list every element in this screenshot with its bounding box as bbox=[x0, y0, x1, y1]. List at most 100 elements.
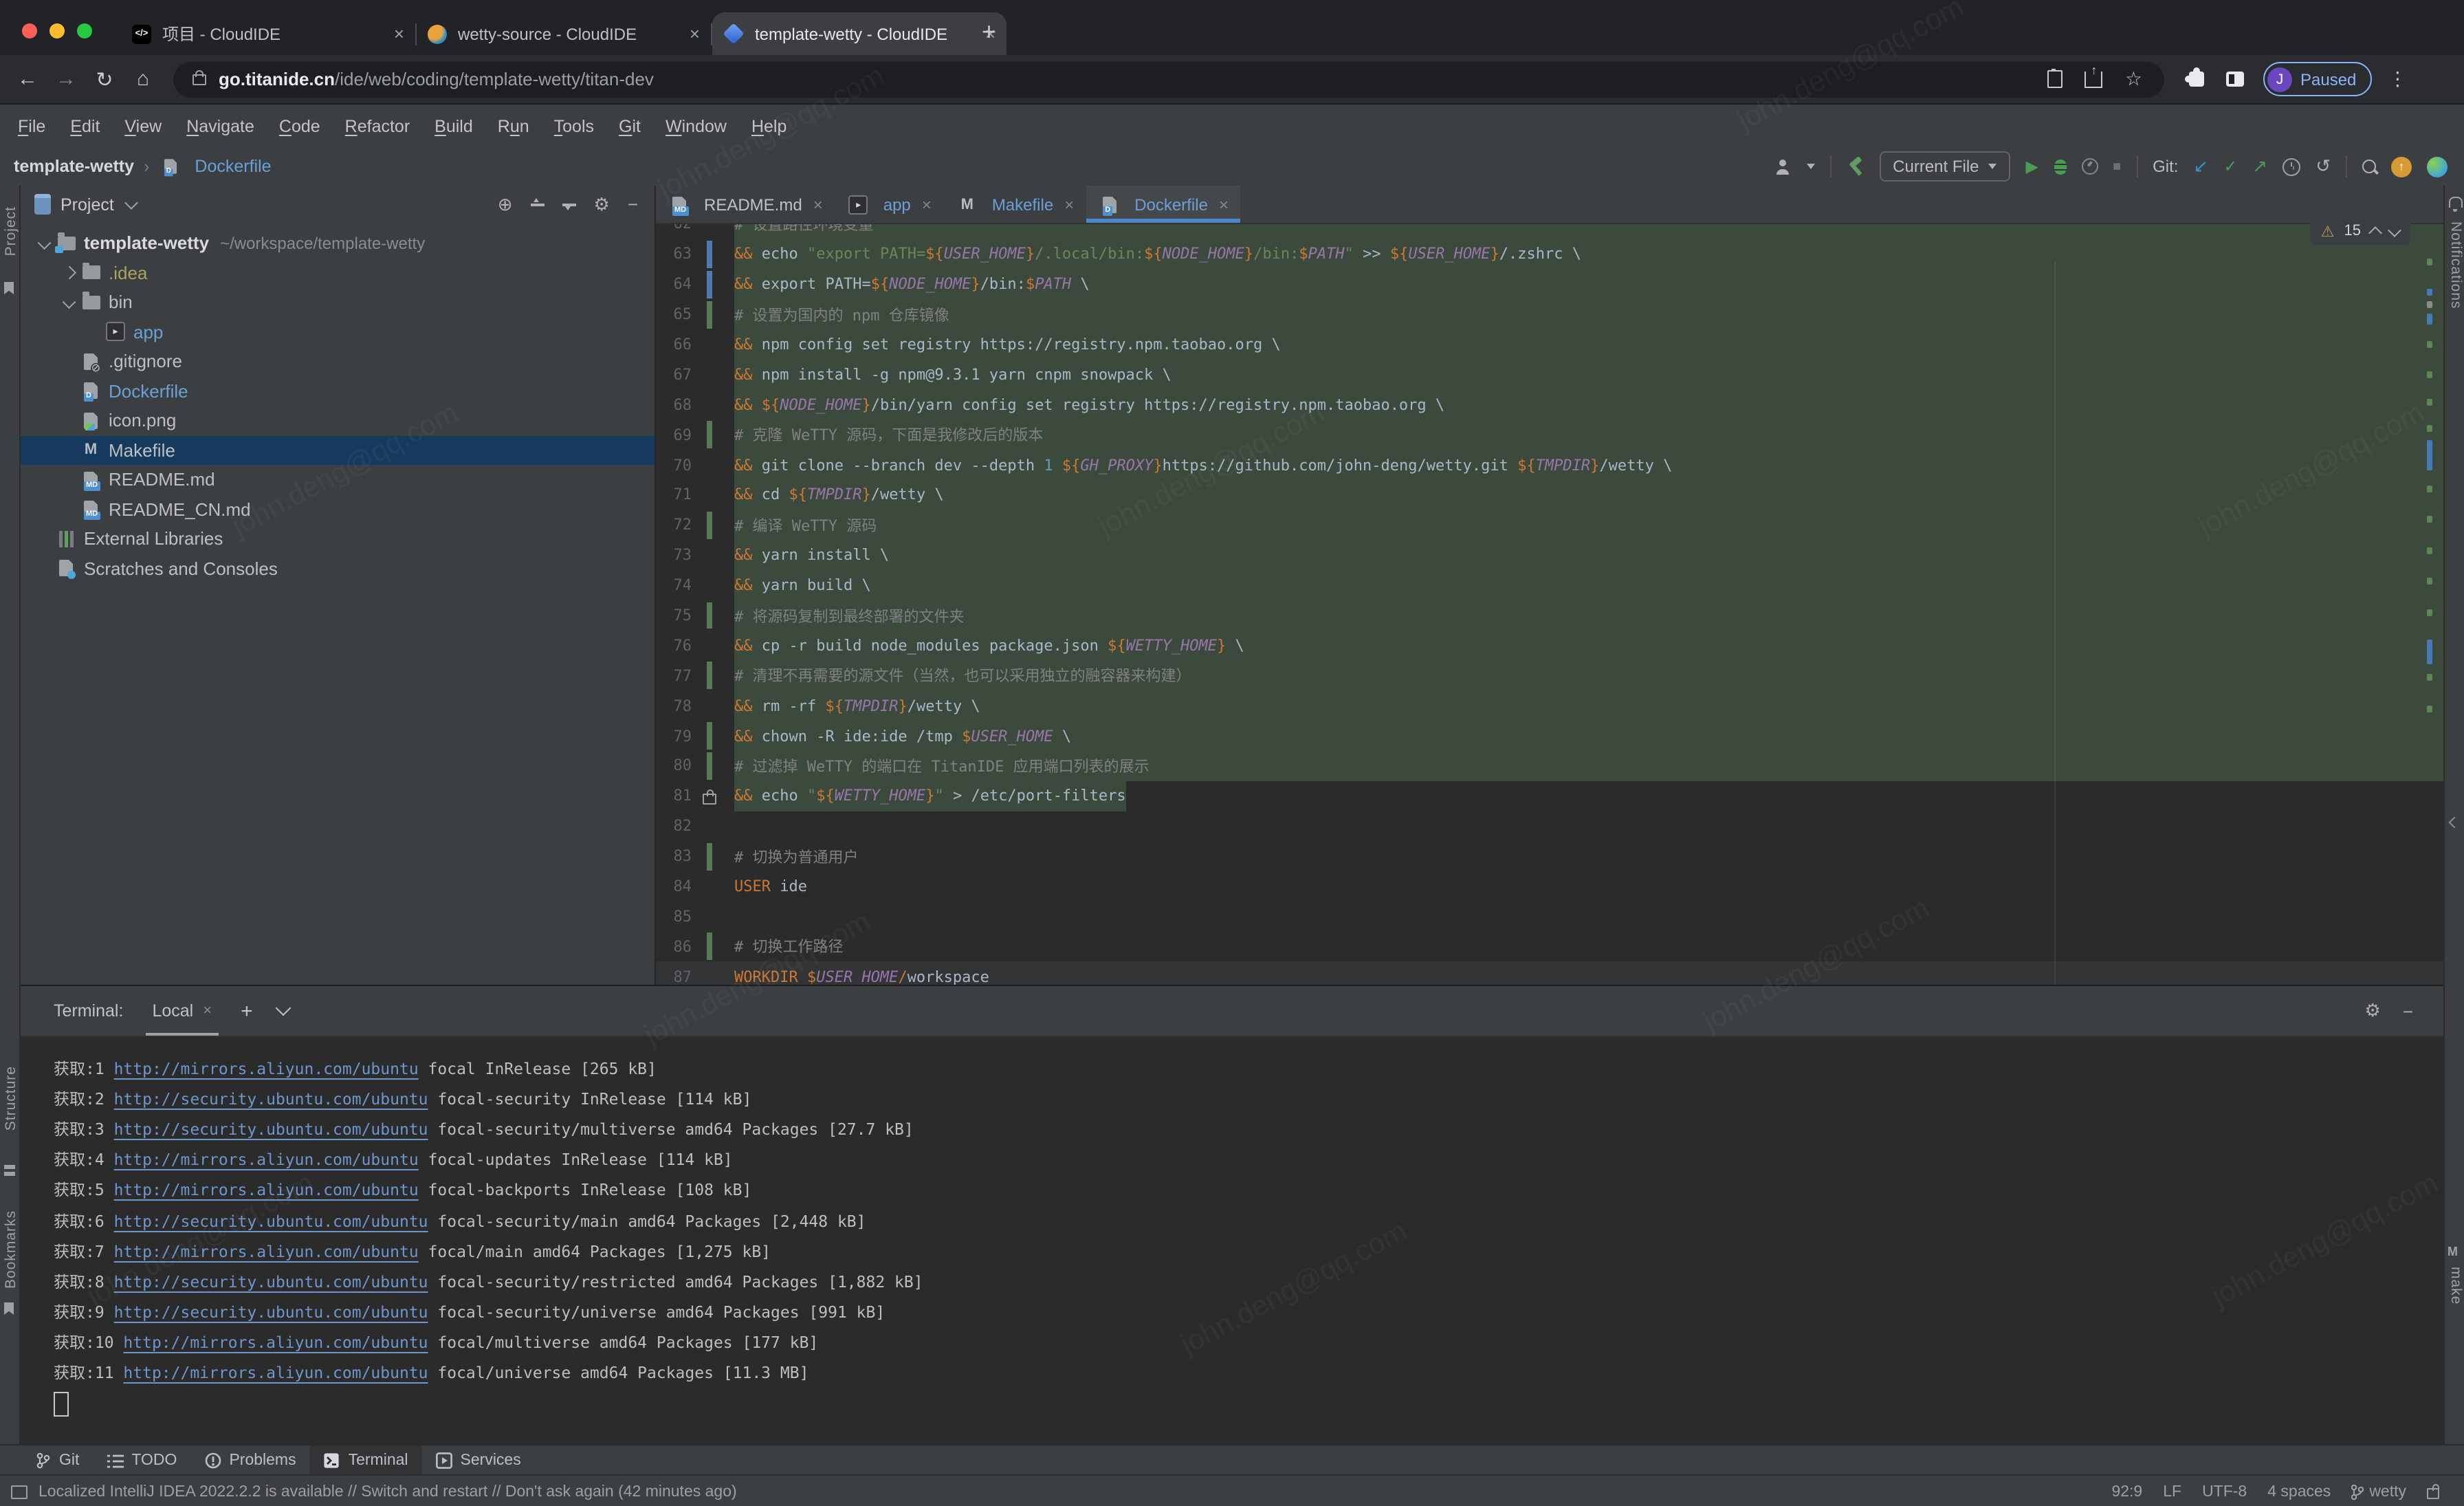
window-minimize-button[interactable] bbox=[50, 23, 65, 39]
editor-tab-readme-md[interactable]: MDREADME.md× bbox=[656, 186, 835, 223]
git-branch-widget[interactable]: wetty bbox=[2351, 1483, 2406, 1500]
new-terminal-session-icon[interactable]: + bbox=[241, 999, 253, 1023]
code-line[interactable]: 65# 设置为国内的 npm 仓库镜像 bbox=[656, 299, 2443, 329]
toolwindow-button-git[interactable]: Git bbox=[22, 1445, 93, 1476]
error-stripe-mark[interactable] bbox=[2427, 578, 2432, 585]
debug-button[interactable] bbox=[2054, 159, 2066, 174]
tree-item--idea[interactable]: .idea bbox=[21, 258, 654, 287]
tree-item-makefile[interactable]: MMakefile bbox=[21, 435, 654, 465]
close-icon[interactable]: × bbox=[203, 1003, 212, 1019]
error-stripe-mark[interactable] bbox=[2427, 371, 2432, 378]
menu-item-help[interactable]: Help bbox=[739, 117, 799, 136]
project-view-dropdown-icon[interactable] bbox=[124, 195, 138, 209]
menu-item-navigate[interactable]: Navigate bbox=[174, 117, 267, 136]
history-icon[interactable] bbox=[2282, 157, 2300, 175]
error-stripe-mark[interactable] bbox=[2427, 314, 2432, 325]
lock-icon[interactable] bbox=[192, 74, 206, 85]
error-stripe-mark[interactable] bbox=[2427, 425, 2432, 432]
tool-stripe-structure[interactable]: Structure bbox=[2, 1066, 19, 1131]
expand-all-icon[interactable] bbox=[562, 197, 576, 211]
editor-tab-makefile[interactable]: MMakefile× bbox=[944, 186, 1086, 223]
tree-item-bin[interactable]: bin bbox=[21, 287, 654, 317]
prev-warning-icon[interactable] bbox=[2368, 226, 2382, 239]
menu-item-edit[interactable]: Edit bbox=[58, 117, 112, 136]
tree-item-readme-cn-md[interactable]: MDREADME_CN.md bbox=[21, 494, 654, 524]
new-tab-button[interactable]: + bbox=[982, 19, 996, 44]
menu-item-tools[interactable]: Tools bbox=[542, 117, 606, 136]
breadcrumb-file[interactable]: D Dockerfile bbox=[159, 157, 271, 176]
structure-grid-icon[interactable] bbox=[4, 1165, 15, 1176]
code-line[interactable]: 86# 切换工作路径 bbox=[656, 932, 2443, 962]
terminal-link[interactable]: http://security.ubuntu.com/ubuntu bbox=[114, 1089, 428, 1109]
tree-item-scratches-and-consoles[interactable]: Scratches and Consoles bbox=[21, 554, 654, 583]
code-with-me-icon[interactable] bbox=[2427, 156, 2448, 177]
tree-item-dockerfile[interactable]: DDockerfile bbox=[21, 376, 654, 406]
browser-menu-icon[interactable]: ⋮ bbox=[2388, 67, 2407, 91]
error-stripe-mark[interactable] bbox=[2427, 706, 2432, 712]
close-icon[interactable]: × bbox=[813, 195, 823, 214]
profiler-button[interactable] bbox=[2081, 158, 2098, 175]
toolwindow-button-terminal[interactable]: Terminal bbox=[310, 1445, 422, 1476]
error-stripe-mark[interactable] bbox=[2427, 301, 2432, 308]
user-icon[interactable] bbox=[1774, 159, 1791, 174]
terminal-hide-icon[interactable]: − bbox=[2403, 1001, 2413, 1021]
code-line[interactable]: 76&& cp -r build node_modules package.js… bbox=[656, 631, 2443, 661]
git-update-icon[interactable]: ↙ bbox=[2193, 155, 2208, 177]
file-encoding[interactable]: UTF-8 bbox=[2202, 1483, 2247, 1500]
tree-item-icon-png[interactable]: icon.png bbox=[21, 406, 654, 435]
code-line[interactable]: 63&& echo "export PATH=${USER_HOME}/.loc… bbox=[656, 239, 2443, 270]
code-line[interactable]: 67&& npm install -g npm@9.3.1 yarn cnpm … bbox=[656, 360, 2443, 390]
code-line[interactable]: 80# 过滤掉 WeTTY 的端口在 TitanIDE 应用端口列表的展示 bbox=[656, 751, 2443, 781]
terminal-link[interactable]: http://security.ubuntu.com/ubuntu bbox=[114, 1272, 428, 1291]
error-stripe-mark[interactable] bbox=[2427, 341, 2432, 348]
close-icon[interactable]: × bbox=[1219, 195, 1229, 214]
locate-file-icon[interactable]: ⊕ bbox=[498, 193, 513, 215]
bookmark-star-icon[interactable]: ☆ bbox=[2125, 67, 2142, 91]
code-line[interactable]: 83# 切换为普通用户 bbox=[656, 841, 2443, 871]
editor-tab-app[interactable]: ▸app× bbox=[835, 186, 944, 223]
close-icon[interactable]: × bbox=[922, 195, 932, 214]
search-everywhere-icon[interactable] bbox=[2362, 160, 2376, 173]
tree-item-readme-md[interactable]: MDREADME.md bbox=[21, 465, 654, 494]
tree-item-template-wetty[interactable]: template-wetty~/workspace/template-wetty bbox=[21, 228, 654, 258]
stripe-chevron-left-icon[interactable] bbox=[2449, 817, 2461, 829]
code-line[interactable]: 79&& chown -R ide:ide /tmp $USER_HOME \ bbox=[656, 721, 2443, 751]
tool-stripe-notifications[interactable]: Notifications bbox=[2448, 221, 2464, 309]
code-line[interactable]: 82 bbox=[656, 811, 2443, 842]
terminal-dropdown-icon[interactable] bbox=[275, 1001, 291, 1016]
indent-setting[interactable]: 4 spaces bbox=[2267, 1483, 2331, 1500]
terminal-link[interactable]: http://mirrors.aliyun.com/ubuntu bbox=[123, 1363, 428, 1382]
terminal-link[interactable]: http://security.ubuntu.com/ubuntu bbox=[114, 1302, 428, 1322]
code-line[interactable]: 84USER ide bbox=[656, 871, 2443, 902]
tree-chevron-icon[interactable] bbox=[59, 299, 80, 305]
browser-tab[interactable]: wetty-source - CloudIDE× bbox=[417, 12, 711, 55]
notifications-bell-icon[interactable] bbox=[2449, 197, 2463, 208]
status-message[interactable]: Localized IntelliJ IDEA 2022.2.2 is avai… bbox=[38, 1483, 737, 1500]
menu-item-view[interactable]: View bbox=[112, 117, 174, 136]
terminal-link[interactable]: http://mirrors.aliyun.com/ubuntu bbox=[123, 1333, 428, 1352]
tree-chevron-icon[interactable] bbox=[34, 240, 55, 246]
share-icon[interactable]: ↑ bbox=[2085, 71, 2103, 87]
clipboard-icon[interactable] bbox=[2048, 70, 2063, 88]
error-stripe-mark[interactable] bbox=[2427, 547, 2432, 554]
editor-tab-dockerfile[interactable]: DDockerfile× bbox=[1086, 186, 1241, 223]
ide-update-icon[interactable]: ↑ bbox=[2391, 156, 2412, 177]
error-stripe-mark[interactable] bbox=[2427, 440, 2432, 470]
code-editor[interactable]: 62# 设置路径环境变量63&& echo "export PATH=${USE… bbox=[656, 224, 2443, 985]
project-panel-title[interactable]: Project bbox=[60, 195, 114, 214]
error-stripe-mark[interactable] bbox=[2427, 674, 2432, 681]
window-zoom-button[interactable] bbox=[77, 23, 92, 39]
rollback-icon[interactable]: ↺ bbox=[2316, 155, 2331, 177]
next-warning-icon[interactable] bbox=[2388, 223, 2401, 237]
ide-event-icon[interactable] bbox=[11, 1485, 28, 1498]
error-stripe-mark[interactable] bbox=[2427, 399, 2432, 406]
home-icon[interactable]: ⌂ bbox=[124, 67, 162, 91]
reload-icon[interactable]: ↻ bbox=[85, 67, 124, 91]
collapse-all-icon[interactable] bbox=[531, 197, 544, 211]
toolwindow-button-services[interactable]: Services bbox=[422, 1445, 535, 1476]
code-line[interactable]: 78&& rm -rf ${TMPDIR}/wetty \ bbox=[656, 691, 2443, 721]
terminal-link[interactable]: http://mirrors.aliyun.com/ubuntu bbox=[114, 1059, 419, 1078]
error-stripe-mark[interactable] bbox=[2427, 516, 2432, 523]
code-line[interactable]: 85 bbox=[656, 902, 2443, 932]
code-line[interactable]: 81&& echo "${WETTY_HOME}" > /etc/port-fi… bbox=[656, 781, 2443, 811]
